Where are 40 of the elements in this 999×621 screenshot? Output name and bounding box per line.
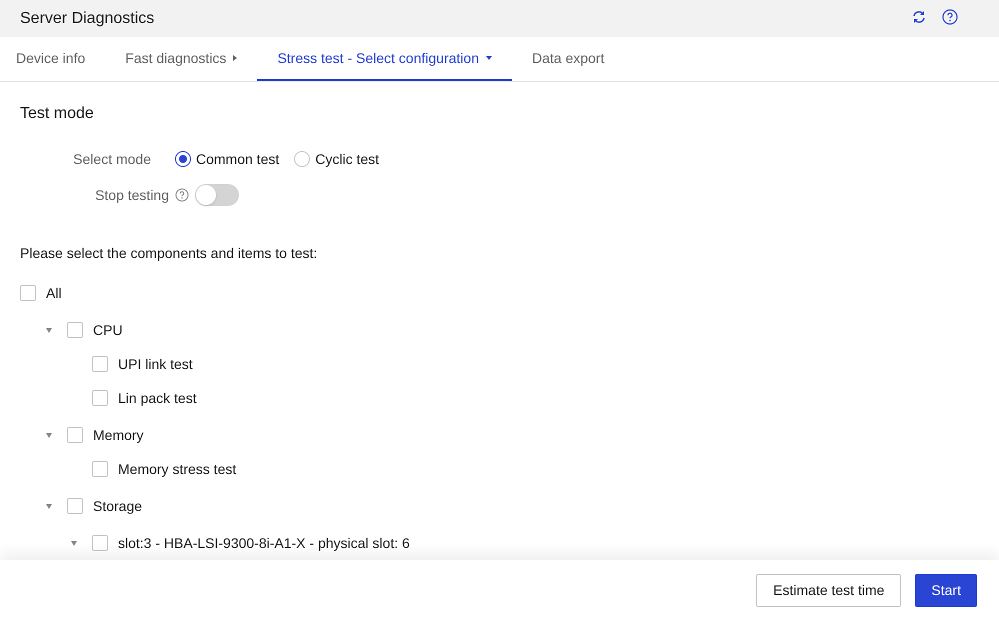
section-title: Test mode [20, 104, 95, 124]
help-icon[interactable] [175, 188, 189, 202]
caret-down-icon [486, 56, 492, 60]
tree-item-label: Storage [93, 496, 142, 516]
tree-item-label: CPU [93, 320, 123, 340]
tab[interactable]: Device info [0, 37, 106, 81]
tree-item-label: Lin pack test [118, 388, 197, 408]
caret-down-icon[interactable] [46, 432, 52, 438]
tree-item-label: All [46, 284, 62, 302]
caret-down-icon[interactable] [71, 540, 77, 546]
checkbox[interactable] [20, 285, 36, 301]
tree-item-label: Memory [93, 426, 144, 445]
checkbox[interactable] [92, 390, 108, 406]
field-label: Select mode [72, 150, 152, 168]
tree-item-label: UPI link test [118, 354, 193, 374]
checkbox[interactable] [92, 356, 108, 372]
tab[interactable]: Data export [512, 37, 624, 81]
caret-down-icon[interactable] [46, 504, 52, 508]
refresh-icon[interactable] [911, 8, 927, 24]
caret-right-icon [233, 55, 238, 61]
radio-option[interactable]: Cyclic test [294, 148, 380, 170]
instruction-text: Please select the components and items to test: [20, 244, 318, 263]
estimate-button[interactable]: Estimate test time [756, 574, 902, 607]
start-button[interactable]: Start [915, 574, 977, 607]
tree-item-label: slot:3 - HBA-LSI-9300-8i-A1-X - physical slot: 6 [118, 534, 410, 553]
field-label: Stop testing [94, 186, 170, 205]
tab[interactable]: Stress test - Select configuration [257, 37, 512, 81]
radio-option[interactable]: Common test [175, 148, 280, 170]
caret-down-icon[interactable] [46, 328, 52, 332]
tree-item-label: Memory stress test [118, 460, 236, 479]
toggle-switch[interactable] [195, 184, 239, 206]
checkbox[interactable] [67, 427, 83, 443]
help-icon[interactable] [942, 8, 958, 24]
tab[interactable]: Fast diagnostics [105, 37, 258, 81]
radio-button[interactable] [175, 151, 191, 167]
checkbox[interactable] [67, 322, 83, 338]
checkbox[interactable] [92, 461, 108, 477]
checkbox[interactable] [67, 498, 83, 514]
checkbox[interactable] [92, 535, 108, 551]
window-title: Server Diagnostics [20, 8, 156, 28]
